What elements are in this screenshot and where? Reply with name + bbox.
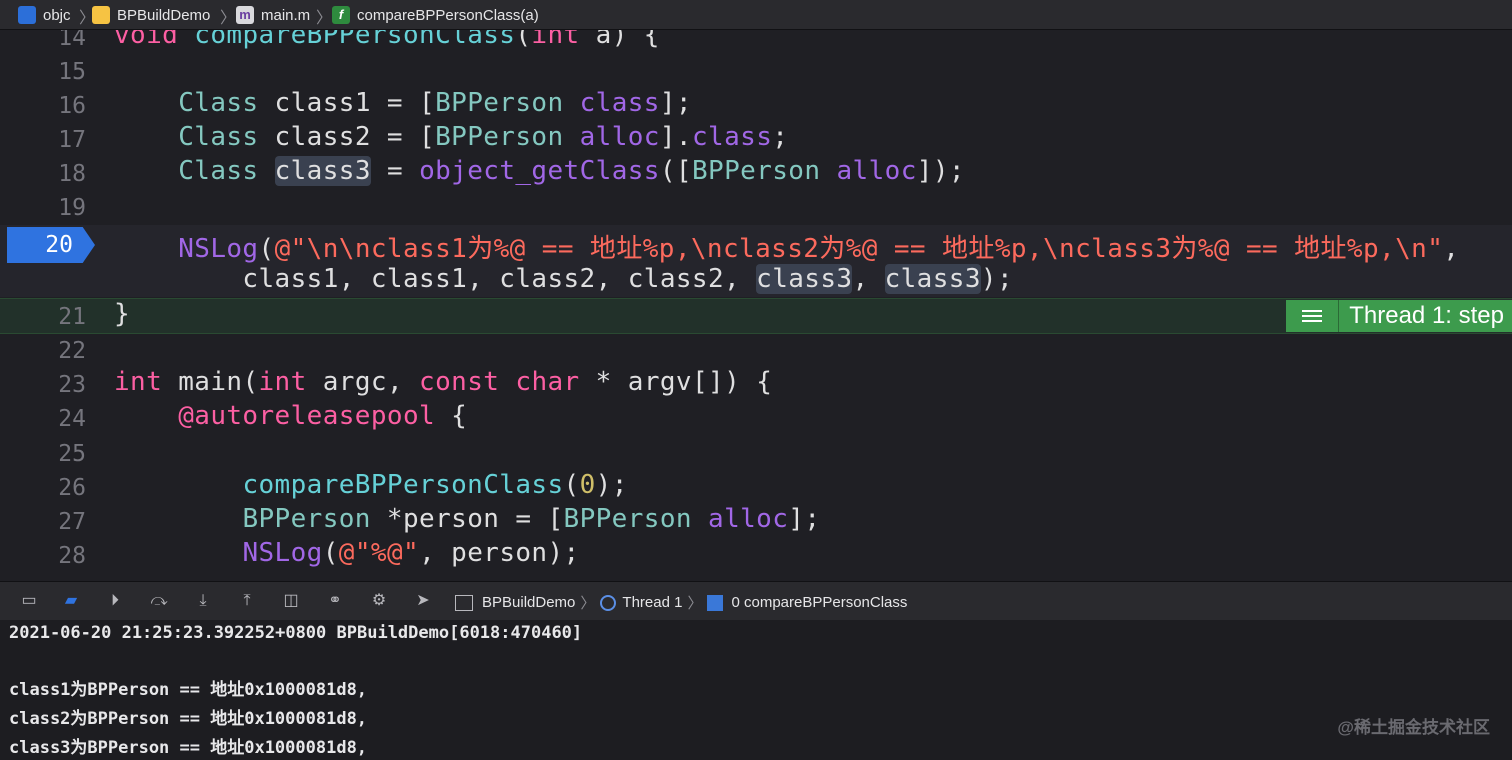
breakpoint-marker[interactable]: 20 (7, 227, 95, 263)
breadcrumb-label: BPBuildDemo (117, 6, 211, 24)
frame-icon (707, 594, 724, 611)
code-line: void compareBPPersonClass(int a) { (114, 30, 660, 50)
line-number: 23 (58, 372, 86, 398)
code-line: NSLog(@"%@", person); (242, 538, 580, 568)
code-line: Class class1 = [BPPerson class]; (178, 88, 692, 118)
line-number: 18 (58, 161, 86, 187)
breadcrumb-label: objc (43, 6, 71, 24)
line-number: 16 (58, 93, 86, 119)
path-process[interactable]: BPBuildDemo (482, 594, 575, 611)
simulate-location-icon[interactable]: ➤ (412, 590, 434, 612)
line-number: 25 (58, 441, 86, 467)
continue-icon[interactable]: ⏵ (104, 590, 126, 612)
code-line: NSLog(@"\n\nclass1为%@ == 地址%p,\nclass2为%… (178, 234, 1460, 264)
chevron-right-icon: 〉 (316, 10, 333, 27)
line-number: 14 (58, 30, 86, 51)
line-number: 19 (58, 195, 86, 221)
console-line: 2021-06-20 21:25:23.392252+0800 BPBuildD… (9, 623, 583, 643)
thread-step-badge[interactable]: Thread 1: step (1286, 300, 1512, 332)
menu-lines-icon[interactable] (1286, 300, 1340, 332)
chevron-right-icon: 〉 (580, 595, 596, 612)
debug-bar: ▭ ▰ ⏵ ⤼ ⤓ ⤒ ◫ ⚭ ⚙ ➤ BPBuildDemo 〉 Thread… (0, 581, 1512, 621)
breadcrumb-label: main.m (261, 6, 311, 24)
code-line: Class class2 = [BPPerson alloc].class; (178, 122, 789, 152)
line-number: 24 (58, 406, 86, 432)
line-number: 26 (58, 475, 86, 501)
code-line: class1, class1, class2, class2, class3, … (114, 264, 1014, 294)
step-line-highlight (0, 298, 1512, 334)
line-number: 22 (58, 338, 86, 364)
chevron-right-icon: 〉 (220, 10, 237, 27)
watermark: @稀土掘金技术社区 (1337, 718, 1490, 737)
breadcrumb-group[interactable]: BPBuildDemo (92, 5, 210, 25)
line-number: 15 (58, 59, 86, 85)
chevron-right-icon: 〉 (687, 595, 703, 612)
step-into-icon[interactable]: ⤓ (192, 590, 214, 612)
environment-overrides-icon[interactable]: ⚙ (368, 590, 390, 612)
breadcrumb-function[interactable]: f compareBPPersonClass(a) (332, 5, 539, 25)
memory-graph-icon[interactable]: ⚭ (324, 590, 346, 612)
line-number: 27 (58, 509, 86, 535)
code-editor[interactable]: 14 15 16 17 18 19 20 21 22 23 24 25 26 2… (0, 30, 1512, 580)
code-line: @autoreleasepool { (178, 401, 468, 431)
project-icon (18, 6, 36, 24)
console-line: class2为BPPerson == 地址0x1000081d8, (9, 709, 368, 729)
path-frame[interactable]: 0 compareBPPersonClass (731, 594, 907, 611)
debug-path: BPBuildDemo 〉 Thread 1 〉 0 compareBPPers… (455, 592, 907, 613)
code-line: int main(int argc, const char * argv[]) … (114, 367, 773, 397)
function-icon: f (332, 6, 350, 24)
code-line: } (114, 299, 131, 329)
console-line: class1为BPPerson == 地址0x1000081d8, (9, 680, 368, 700)
line-number: 17 (58, 127, 86, 153)
code-line: Class class3 = object_getClass([BPPerson… (178, 156, 965, 186)
line-number: 28 (58, 543, 86, 569)
folder-icon (92, 6, 110, 24)
breadcrumb-file[interactable]: m main.m (236, 5, 310, 25)
line-number: 21 (58, 304, 86, 330)
thread-icon (600, 594, 617, 611)
step-out-icon[interactable]: ⤒ (236, 590, 258, 612)
breadcrumb-project[interactable]: objc (18, 5, 71, 25)
jump-bar: objc 〉 BPBuildDemo 〉 m main.m 〉 f compar… (0, 0, 1512, 30)
hide-debug-area-icon[interactable]: ▭ (18, 590, 40, 612)
console-output[interactable]: 2021-06-20 21:25:23.392252+0800 BPBuildD… (0, 620, 1512, 760)
console-line: class3为BPPerson == 地址0x1000081d8, (9, 738, 368, 758)
step-over-icon[interactable]: ⤼ (148, 590, 170, 612)
objc-file-icon: m (236, 6, 254, 24)
process-icon (455, 594, 473, 611)
breakpoints-toggle-icon[interactable]: ▰ (60, 590, 82, 612)
breadcrumb-label: compareBPPersonClass(a) (357, 6, 539, 24)
code-line: compareBPPersonClass(0); (242, 470, 628, 500)
view-hierarchy-icon[interactable]: ◫ (280, 590, 302, 612)
code-line: BPPerson *person = [BPPerson alloc]; (242, 504, 821, 534)
thread-step-label: Thread 1: step (1339, 300, 1512, 332)
path-thread[interactable]: Thread 1 (622, 594, 682, 611)
